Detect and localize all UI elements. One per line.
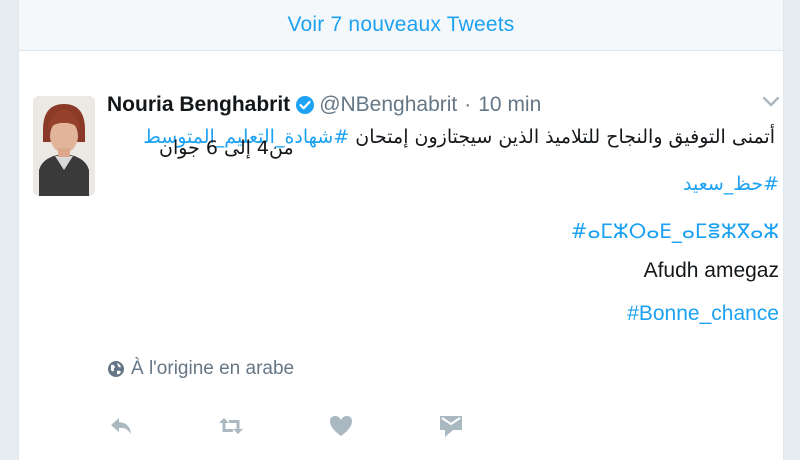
separator-dot: · <box>464 93 472 116</box>
author-name[interactable]: Nouria Benghabrit <box>107 93 290 117</box>
direct-message-icon[interactable] <box>437 412 465 440</box>
origin-label: À l'origine en arabe <box>131 358 295 379</box>
translation-origin[interactable]: À l'origine en arabe <box>107 358 294 380</box>
hashtag-french[interactable]: #Bonne_chance <box>627 302 779 326</box>
tweet-text-line-2: من4 إلى 6 جوان <box>159 137 294 159</box>
hashtag-arabic[interactable]: #حظ_سعيد <box>683 173 779 195</box>
author-handle[interactable]: @NBenghabrit <box>319 93 457 117</box>
reply-icon[interactable] <box>107 412 135 440</box>
chevron-down-icon[interactable] <box>762 95 780 109</box>
heart-icon[interactable] <box>327 412 355 440</box>
hashtag-tifinagh[interactable]: #ⴰⵎⵣⵔⴰⴹ_ⴰⵎⴻⵣⴳⴰⵣ <box>571 219 779 243</box>
tweet-timestamp[interactable]: 10 min <box>478 93 541 117</box>
verified-badge-icon <box>295 95 315 115</box>
avatar-photo <box>33 96 95 196</box>
tweet-header: Nouria Benghabrit @NBenghabrit · 10 min <box>107 90 541 120</box>
timeline: Voir 7 nouveaux Tweets Nouria Benghabrit… <box>18 0 784 460</box>
avatar[interactable] <box>33 96 95 196</box>
retweet-icon[interactable] <box>217 412 245 440</box>
new-tweets-banner[interactable]: Voir 7 nouveaux Tweets <box>19 0 783 51</box>
new-tweets-label: Voir 7 nouveaux Tweets <box>287 13 515 36</box>
globe-icon <box>108 361 124 377</box>
tweet-text: أتمنى التوفيق والنجاح للتلاميذ الذين سيج… <box>355 126 775 148</box>
tweet-plain-text: Afudh amegaz <box>643 259 779 282</box>
